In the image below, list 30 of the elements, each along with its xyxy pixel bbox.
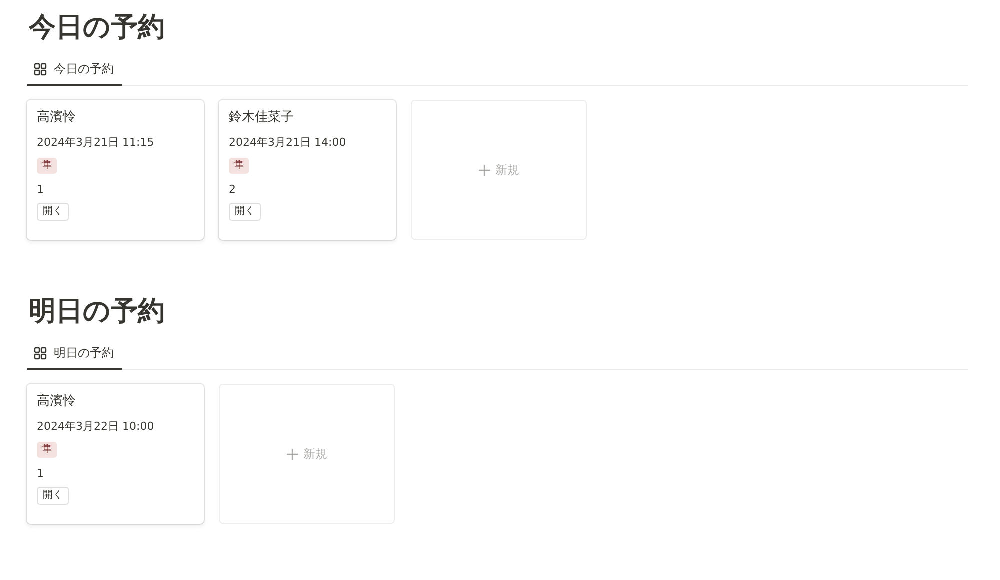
reservation-card[interactable]: 鈴木佳菜子 2024年3月21日 14:00 隼 2 開く <box>219 100 396 240</box>
card-name: 鈴木佳菜子 <box>229 110 294 126</box>
card-datetime: 2024年3月21日 11:15 <box>37 136 154 150</box>
view-tab[interactable]: 今日の予約 <box>27 60 122 86</box>
card-count: 1 <box>37 467 44 481</box>
card-name: 高濱怜 <box>37 394 76 410</box>
gallery-icon <box>34 62 47 76</box>
section-title: 今日の予約 <box>29 11 166 45</box>
new-label: 新規 <box>496 162 520 178</box>
open-button[interactable]: 開く <box>37 203 69 221</box>
tab-label: 明日の予約 <box>54 344 114 362</box>
view-tab[interactable]: 明日の予約 <box>27 344 122 370</box>
open-button[interactable]: 開く <box>37 487 69 505</box>
card-count: 2 <box>229 183 236 197</box>
reservation-card[interactable]: 高濱怜 2024年3月22日 10:00 隼 1 開く <box>27 384 204 524</box>
card-count: 1 <box>37 183 44 197</box>
card-tag: 隼 <box>37 158 57 174</box>
card-datetime: 2024年3月21日 14:00 <box>229 136 346 150</box>
open-button[interactable]: 開く <box>229 203 261 221</box>
card-datetime: 2024年3月22日 10:00 <box>37 420 154 434</box>
tab-label: 今日の予約 <box>54 60 114 78</box>
card-tag: 隼 <box>229 158 249 174</box>
reservation-card[interactable]: 高濱怜 2024年3月21日 11:15 隼 1 開く <box>27 100 204 240</box>
section-title: 明日の予約 <box>29 295 166 329</box>
card-name: 高濱怜 <box>37 110 76 126</box>
card-tag: 隼 <box>37 442 57 458</box>
gallery-icon <box>34 346 47 360</box>
plus-icon <box>286 448 298 460</box>
new-label: 新規 <box>304 446 328 462</box>
plus-icon <box>478 164 490 176</box>
